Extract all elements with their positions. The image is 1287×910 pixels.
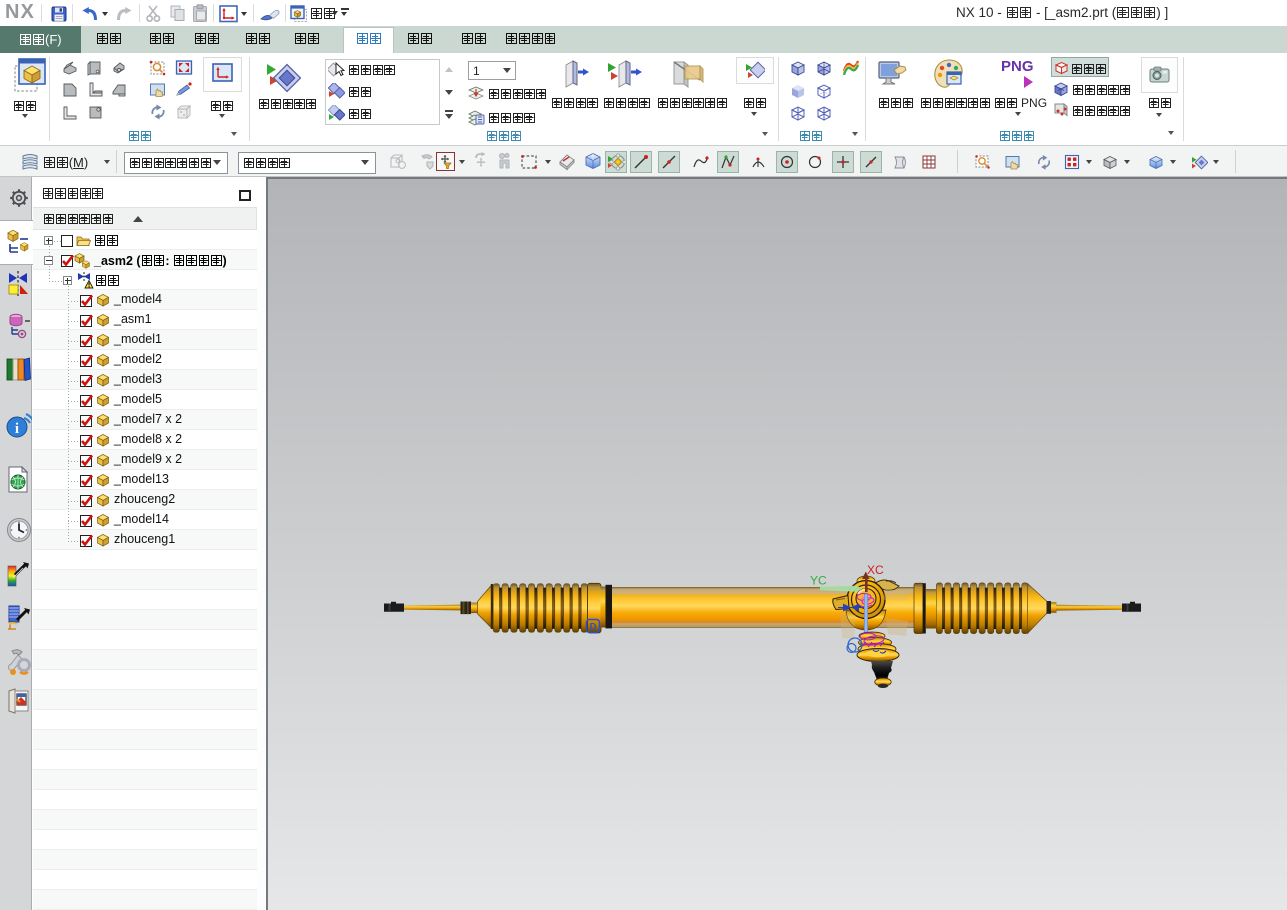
svg-text:D: D [590,622,597,633]
svg-text:XC: XC [867,563,884,577]
svg-text:i: i [15,421,19,437]
svg-text:YC: YC [810,574,827,588]
